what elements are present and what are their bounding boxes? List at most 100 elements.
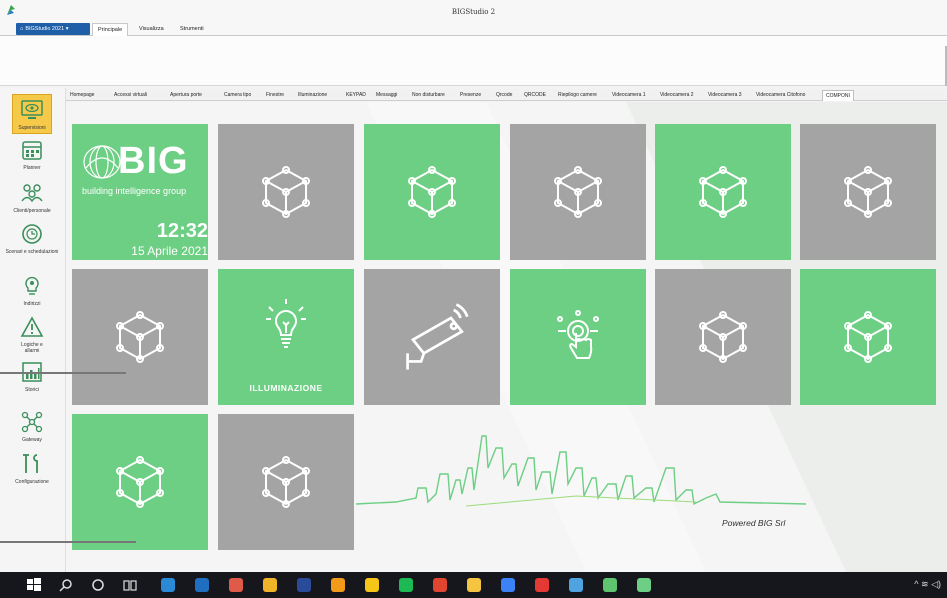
search-icon[interactable] xyxy=(58,577,74,593)
tile-component-3[interactable] xyxy=(510,124,646,260)
tile-component-10[interactable] xyxy=(655,269,791,405)
cube-icon xyxy=(699,166,747,218)
tile-component-9[interactable] xyxy=(510,269,646,405)
sidebar-item-label: Gateway xyxy=(22,437,42,443)
people-icon xyxy=(21,184,43,203)
warning-triangle-icon xyxy=(20,316,44,337)
app-yellow-icon[interactable] xyxy=(364,577,380,593)
app-menu-label: BIGStudio 2021 xyxy=(25,26,65,32)
sidebar-item-clienti[interactable]: Clienti/personale xyxy=(0,181,64,214)
cube-icon xyxy=(262,456,310,508)
tab-illuminazione[interactable]: Illuminazione xyxy=(298,90,327,101)
tab-componi[interactable]: COMPONI xyxy=(822,90,854,101)
volume-icon[interactable]: ◁) xyxy=(931,579,941,589)
cube-icon xyxy=(844,311,892,363)
ribbon-tab-strumenti[interactable]: Strumenti xyxy=(175,23,209,36)
app-orange-icon[interactable] xyxy=(330,577,346,593)
app-badge-icon[interactable] xyxy=(534,577,550,593)
tab-accessi-virtuali[interactable]: Accessi virtuali xyxy=(114,90,147,101)
sidebar-item-label: Supervisioni xyxy=(18,125,46,131)
tab-videocamera-1[interactable]: Videocamera 1 xyxy=(612,90,646,101)
sidebar-item-logiche[interactable]: Logiche e allarmi xyxy=(0,315,64,354)
cortana-circle-icon[interactable] xyxy=(90,577,106,593)
sidebar-item-label: Storici xyxy=(25,387,39,393)
cctv-camera-icon xyxy=(406,303,469,370)
photoshop-icon[interactable] xyxy=(296,577,312,593)
app-red-icon[interactable] xyxy=(432,577,448,593)
tile-component-4[interactable] xyxy=(655,124,791,260)
chrome-icon[interactable] xyxy=(262,577,278,593)
tab-camera-tipo[interactable]: Camera tipo xyxy=(224,90,251,101)
cube-icon xyxy=(699,311,747,363)
tile-component-5[interactable] xyxy=(800,124,936,260)
calculator-icon[interactable] xyxy=(160,577,176,593)
tab-apertura-porte[interactable]: Apertura porte xyxy=(170,90,202,101)
app-menu-button[interactable]: ⌂ BIGStudio 2021 ▾ xyxy=(16,23,90,35)
tab-presenze[interactable]: Presenze xyxy=(460,90,481,101)
bigstudio-icon[interactable] xyxy=(602,577,618,593)
task-view-icon[interactable] xyxy=(122,577,138,593)
brand-tagline: building intelligence group xyxy=(82,186,187,196)
tile-component-11[interactable] xyxy=(800,269,936,405)
tab-homepage[interactable]: Homepage xyxy=(70,90,94,101)
tab-qrcode[interactable]: QRCODE xyxy=(524,90,546,101)
app-blue-icon[interactable] xyxy=(500,577,516,593)
tile-illuminazione[interactable]: ILLUMINAZIONE xyxy=(218,269,354,405)
clock-date: 15 Aprile 2021 xyxy=(131,244,208,258)
tab-finestre[interactable]: Finestre xyxy=(266,90,284,101)
tab-keypad[interactable]: KEYPAD xyxy=(346,90,366,101)
bulb-gear-icon xyxy=(25,276,39,295)
sidebar-item-label: Clienti/personale xyxy=(13,208,51,214)
tile-component-8[interactable] xyxy=(364,269,500,405)
cube-icon xyxy=(554,166,602,218)
chevron-down-icon: ▾ xyxy=(64,26,69,32)
sidebar-item-label: Planner xyxy=(23,165,41,171)
sidebar-item-configurazione[interactable]: Configurazione xyxy=(0,452,64,485)
file-explorer-icon[interactable] xyxy=(466,577,482,593)
tile-component-1[interactable] xyxy=(218,124,354,260)
tools-icon xyxy=(23,454,38,473)
tab-qrcode[interactable]: Qrcode xyxy=(496,90,512,101)
tray-chevron-icon[interactable]: ^ xyxy=(914,579,918,589)
supervision-canvas: BIG building intelligence group 12:32 15… xyxy=(66,102,947,572)
wifi-icon[interactable]: ≋ xyxy=(921,579,929,589)
paint-icon[interactable] xyxy=(228,577,244,593)
tab-videocamera-citofono[interactable]: Videocamera Citofono xyxy=(756,90,805,101)
sidebar-item-scenari[interactable]: Scenari e schedulazioni xyxy=(0,222,64,255)
powered-by-text: Powered BIG Srl xyxy=(722,518,786,528)
windows-taskbar xyxy=(0,572,947,598)
home-icon: ⌂ xyxy=(20,26,24,32)
photos-icon[interactable] xyxy=(568,577,584,593)
sidebar-item-label: Logiche e allarmi xyxy=(21,342,43,354)
sidebar-item-planner[interactable]: Planner xyxy=(0,138,64,171)
ribbon-tab-bar: ⌂ BIGStudio 2021 ▾ Principale Visualizza … xyxy=(0,22,947,36)
brand-text: BIG xyxy=(118,140,189,182)
tab-videocamera-3[interactable]: Videocamera 3 xyxy=(708,90,742,101)
cube-icon xyxy=(844,166,892,218)
tile-component-12[interactable] xyxy=(72,414,208,550)
city-skyline-illustration xyxy=(356,435,806,507)
tab-messaggi[interactable]: Messaggi xyxy=(376,90,397,101)
logo-clock-tile: BIG building intelligence group 12:32 15… xyxy=(72,124,208,260)
sidebar-item-label: Indirizzi xyxy=(23,301,41,307)
tab-non-disturbare[interactable]: Non disturbare xyxy=(412,90,445,101)
tile-component-6[interactable] xyxy=(72,269,208,405)
sidebar-item-gateway[interactable]: Gateway xyxy=(0,410,64,443)
sidebar-item-storici[interactable]: Storici xyxy=(0,360,64,393)
schedule-clock-icon xyxy=(22,224,42,244)
sidebar-item-indirizzi[interactable]: Indirizzi xyxy=(0,274,64,307)
network-nodes-icon xyxy=(21,411,43,433)
tab-riepilogo-camere[interactable]: Riepilogo camere xyxy=(558,90,597,101)
bigstudio-active-icon[interactable] xyxy=(636,577,652,593)
ribbon-tab-visualizza[interactable]: Visualizza xyxy=(134,23,169,36)
outlook-icon[interactable] xyxy=(194,577,210,593)
spotify-icon[interactable] xyxy=(398,577,414,593)
ribbon-tab-principale[interactable]: Principale xyxy=(92,23,129,36)
tile-component-2[interactable] xyxy=(364,124,500,260)
stray-line xyxy=(0,372,126,374)
windows-start-icon[interactable] xyxy=(26,577,42,593)
ribbon-panel xyxy=(0,36,947,86)
tab-videocamera-2[interactable]: Videocamera 2 xyxy=(660,90,694,101)
tile-component-13[interactable] xyxy=(218,414,354,550)
sidebar-item-supervisioni[interactable]: Supervisioni xyxy=(0,94,64,134)
